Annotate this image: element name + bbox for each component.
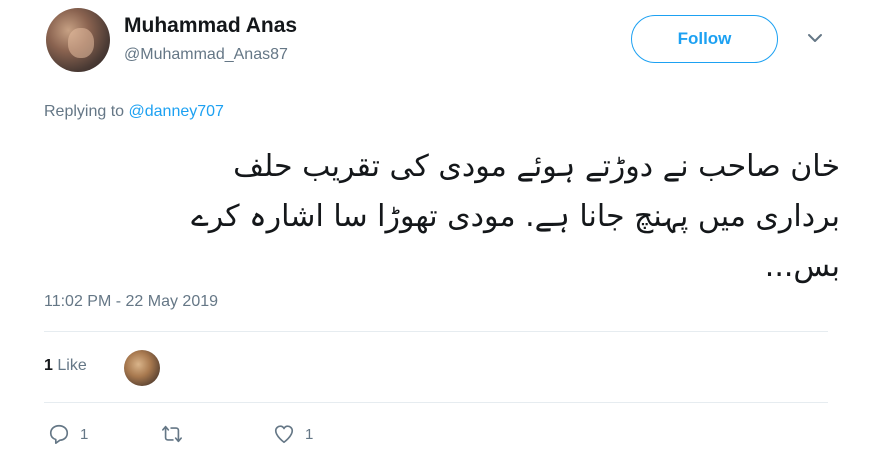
heart-icon [274,425,294,444]
replying-to: Replying to @danney707 [44,103,224,121]
follow-button[interactable]: Follow [631,15,778,63]
likes-number: 1 [44,357,53,374]
mention-link[interactable]: @danney707 [129,103,224,120]
reply-icon [49,424,69,444]
like-button[interactable]: 1 [273,423,313,445]
tweet-line: برداری میں پہنچ جانا ہے. مودی تھوڑا سا ا… [191,199,840,234]
divider [44,402,828,403]
retweet-button[interactable] [161,423,193,445]
likes-label: Like [57,357,87,374]
author-name[interactable]: Muhammad Anas [124,14,297,38]
tweet-line: بس... [764,249,840,284]
replying-prefix: Replying to [44,103,125,120]
author-avatar[interactable] [46,8,110,72]
chevron-down-icon[interactable] [805,28,825,48]
liker-avatar[interactable] [124,350,160,386]
divider [44,331,828,332]
like-count: 1 [305,425,314,443]
tweet-line: خان صاحب نے دوڑتے ہوئے مودی کی تقریب حلف [233,149,840,184]
tweet-timestamp[interactable]: 11:02 PM - 22 May 2019 [44,293,218,311]
tweet-text: خان صاحب نے دوڑتے ہوئے مودی کی تقریب حلف… [44,142,840,292]
reply-button[interactable]: 1 [48,423,88,445]
author-handle[interactable]: @Muhammad_Anas87 [124,46,288,64]
likes-count[interactable]: 1 Like [44,357,87,375]
retweet-icon [162,425,182,443]
reply-count: 1 [80,425,89,443]
